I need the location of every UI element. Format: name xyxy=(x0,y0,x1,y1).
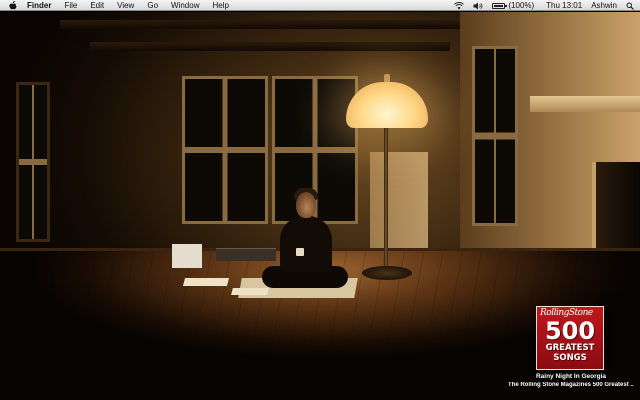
battery-icon[interactable] xyxy=(492,2,508,9)
menu-clock[interactable]: Thu 13:01 xyxy=(546,0,582,11)
spotlight-search-icon[interactable] xyxy=(626,2,634,10)
lamp-pole xyxy=(384,128,388,270)
menu-window[interactable]: Window xyxy=(171,0,199,11)
speaker-volume-icon[interactable] xyxy=(473,2,483,10)
lamp-base xyxy=(362,266,412,280)
apple-logo-icon[interactable] xyxy=(8,0,18,10)
stereo xyxy=(216,248,276,261)
wifi-icon[interactable] xyxy=(454,1,465,10)
menu-extras: (100%) Thu 13:01 Ashwin xyxy=(445,0,634,11)
framed-picture xyxy=(172,244,202,268)
album-cover-number: 500 xyxy=(544,317,596,345)
now-playing-widget[interactable]: RollingStone 500 GREATEST SONGS Rainy Ni… xyxy=(508,306,634,392)
menu-go[interactable]: Go xyxy=(147,0,158,11)
menu-help[interactable]: Help xyxy=(212,0,228,11)
ceiling-beam xyxy=(90,42,450,51)
battery-percentage[interactable]: (100%) xyxy=(508,0,534,11)
left-window xyxy=(16,82,50,242)
teacup xyxy=(296,248,304,256)
menu-file[interactable]: File xyxy=(64,0,77,11)
lamp-shade xyxy=(346,82,428,128)
menu-bar: Finder File Edit View Go Window Help (10… xyxy=(0,0,640,11)
album-title: The Rolling Stone Magazines 500 Greatest… xyxy=(508,382,634,388)
mantel xyxy=(530,96,640,112)
menu-edit[interactable]: Edit xyxy=(90,0,104,11)
person-body xyxy=(280,216,332,272)
paper-on-floor xyxy=(182,278,230,286)
cabinet xyxy=(370,152,428,250)
album-cover-line: SONGS xyxy=(553,353,587,363)
track-title: Rainy Night In Georgia xyxy=(535,373,607,380)
album-cover[interactable]: RollingStone 500 GREATEST SONGS xyxy=(536,306,604,370)
wall-window xyxy=(472,46,518,226)
desktop-screen: Finder File Edit View Go Window Help (10… xyxy=(0,0,640,400)
ceiling-beam xyxy=(60,20,480,29)
menu-finder[interactable]: Finder xyxy=(27,0,51,11)
menu-view[interactable]: View xyxy=(117,0,134,11)
user-menu[interactable]: Ashwin xyxy=(591,0,617,11)
back-window-left xyxy=(182,76,268,224)
person-head xyxy=(296,192,316,218)
album-cover-line: GREATEST xyxy=(545,343,595,353)
paper-on-floor xyxy=(231,288,269,295)
